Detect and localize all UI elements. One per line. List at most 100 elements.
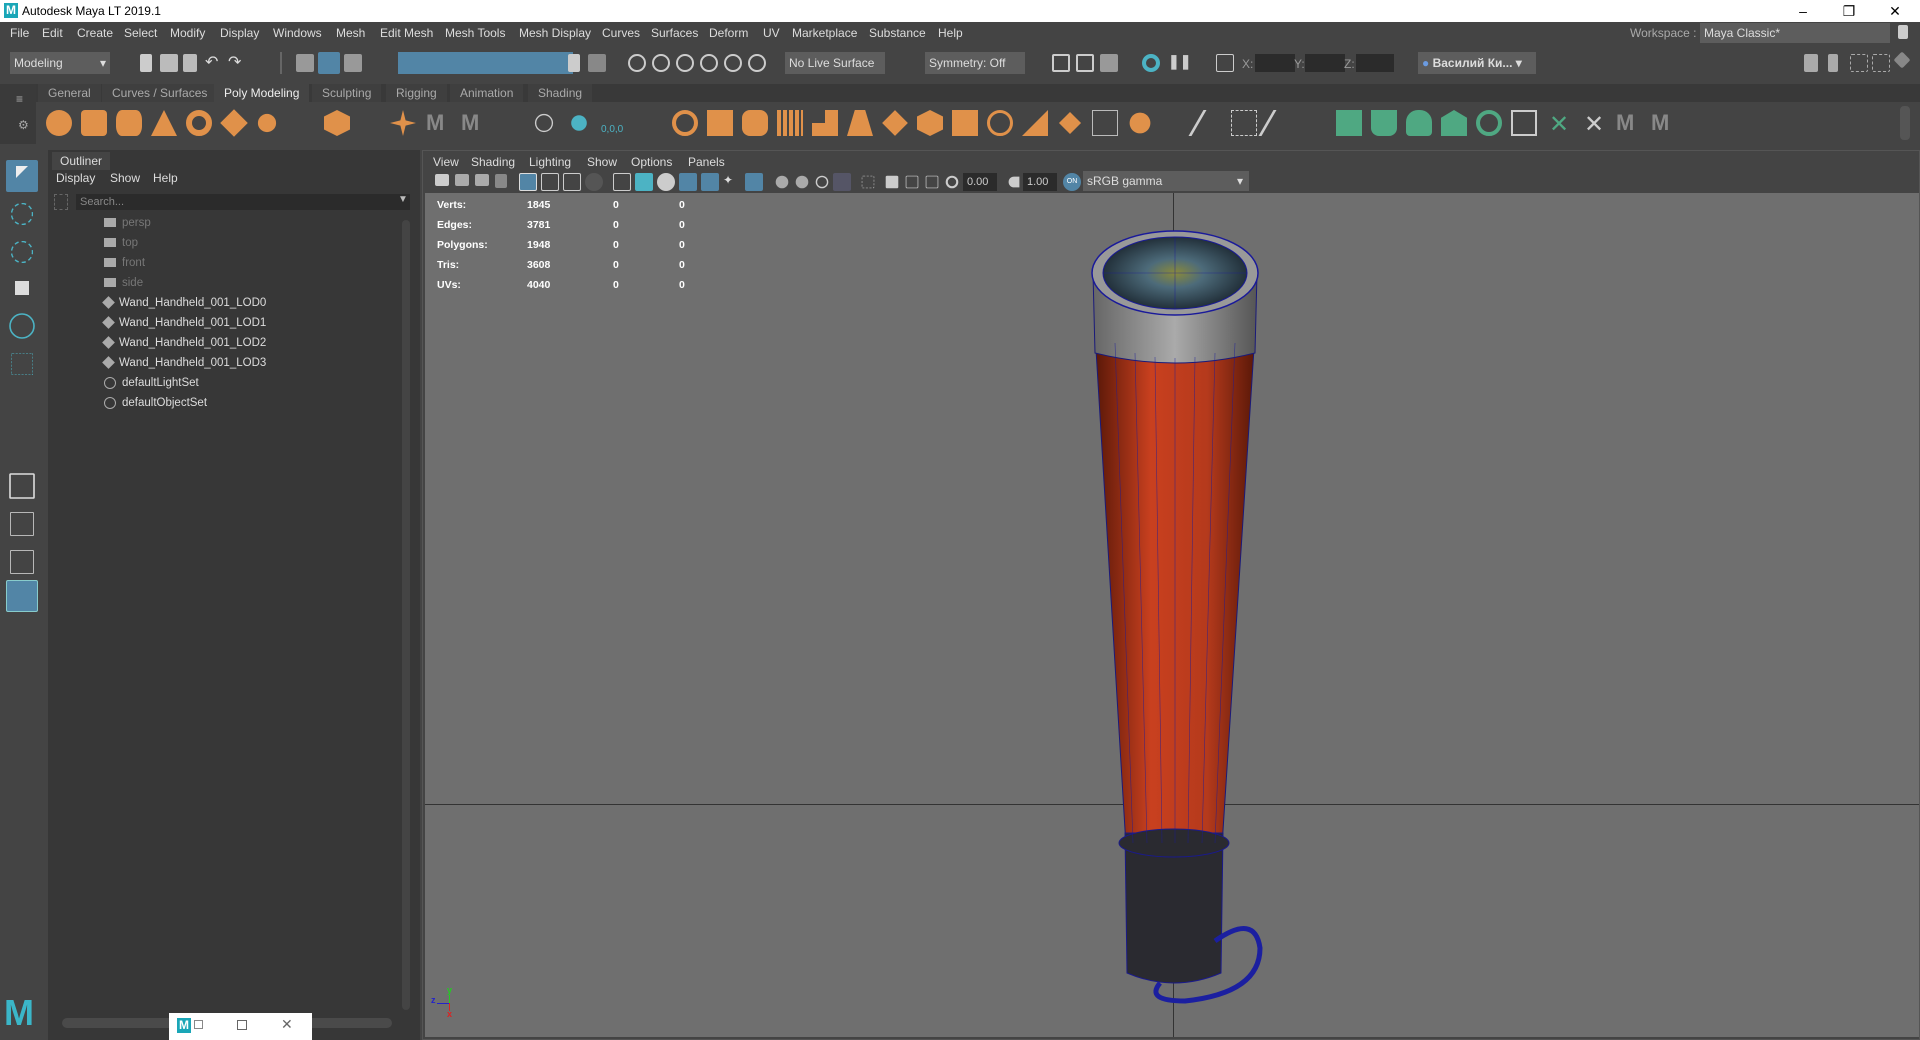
ambient-occlusion-icon[interactable] xyxy=(775,175,789,189)
outliner-menu-help[interactable]: Help xyxy=(153,171,178,185)
automatic-uv-icon[interactable] xyxy=(1441,110,1467,136)
smooth-icon[interactable] xyxy=(777,110,803,136)
cylindrical-uv-icon[interactable] xyxy=(1371,110,1397,136)
menu-mesh-display[interactable]: Mesh Display xyxy=(519,26,591,40)
poly-torus-icon[interactable] xyxy=(186,110,212,136)
live-surface-field[interactable]: No Live Surface xyxy=(785,52,885,74)
select-object-icon[interactable] xyxy=(318,52,340,74)
shelf-tab-general[interactable]: General xyxy=(38,84,101,102)
film-gate-icon[interactable] xyxy=(541,173,559,191)
menu-windows[interactable]: Windows xyxy=(273,26,322,40)
poke-icon[interactable] xyxy=(1022,110,1048,136)
perspective-viewport[interactable]: Verts: 1845 0 0 Edges: 3781 0 0 Polygons… xyxy=(425,193,1919,1037)
xray-components-icon[interactable] xyxy=(925,175,939,189)
poly-cylinder-icon[interactable] xyxy=(116,110,142,136)
poly-cube-icon[interactable] xyxy=(81,110,107,136)
camera-attributes-icon[interactable] xyxy=(475,174,489,186)
spherical-uv-icon[interactable] xyxy=(1406,110,1432,136)
shelf-scrollbar[interactable] xyxy=(1900,106,1910,140)
mash-icon-2[interactable]: M xyxy=(461,110,487,136)
viewport-menu-options[interactable]: Options xyxy=(631,155,672,169)
character-controls-icon[interactable] xyxy=(1828,54,1838,72)
outliner-item-default-object-set[interactable]: defaultObjectSet xyxy=(104,393,207,413)
save-scene-icon[interactable] xyxy=(183,54,197,72)
undo-icon[interactable]: ↶ xyxy=(205,52,218,72)
workspace-dropdown[interactable]: Maya Classic* xyxy=(1700,23,1890,43)
camera-select-icon[interactable] xyxy=(435,174,449,186)
mirror-icon[interactable] xyxy=(742,110,768,136)
xray-icon[interactable] xyxy=(885,175,899,189)
center-pivot-icon[interactable] xyxy=(534,113,554,133)
target-weld-icon[interactable] xyxy=(1092,110,1118,136)
lock-icon[interactable] xyxy=(1898,25,1908,39)
menu-deform[interactable]: Deform xyxy=(709,26,748,40)
outliner-item-lod1[interactable]: Wand_Handheld_001_LOD1 xyxy=(102,313,266,333)
multi-cut-icon[interactable] xyxy=(1188,110,1230,136)
default-material-icon[interactable] xyxy=(657,173,675,191)
outliner-item-default-light-set[interactable]: defaultLightSet xyxy=(104,373,199,393)
soft-select-icon[interactable] xyxy=(676,54,694,72)
shadows-icon[interactable] xyxy=(745,173,763,191)
shelf-tab-animation[interactable]: Animation xyxy=(450,84,524,102)
pause-icon[interactable]: ❚❚ xyxy=(1168,53,1191,70)
menu-marketplace[interactable]: Marketplace xyxy=(792,26,857,40)
highlight-selection-icon[interactable] xyxy=(588,54,606,72)
render-sequence-icon[interactable] xyxy=(1076,54,1094,72)
outliner-layout-icon[interactable] xyxy=(6,580,38,612)
poly-disc-icon[interactable] xyxy=(257,113,277,133)
menu-mesh-tools[interactable]: Mesh Tools xyxy=(445,26,505,40)
search-dropdown-icon[interactable]: ▼ xyxy=(398,194,408,205)
menu-mesh[interactable]: Mesh xyxy=(336,26,365,40)
menu-curves[interactable]: Curves xyxy=(602,26,640,40)
poly-cone-icon[interactable] xyxy=(151,110,177,136)
freeze-transform-icon[interactable]: 0,0,0 xyxy=(601,110,627,136)
outliner-vertical-scrollbar[interactable] xyxy=(402,220,410,1010)
append-polygon-icon[interactable] xyxy=(952,110,978,136)
shelf-menu-icon[interactable]: ≡ xyxy=(16,92,23,106)
exposure-field[interactable]: 0.00 xyxy=(963,173,997,191)
open-scene-icon[interactable] xyxy=(160,54,178,72)
menu-create[interactable]: Create xyxy=(77,26,113,40)
user-account-dropdown[interactable]: ● Василий Ки... ▾ xyxy=(1418,52,1536,74)
unfold-icon[interactable]: ✕ xyxy=(1546,110,1572,138)
poly-sphere-icon[interactable] xyxy=(46,110,72,136)
shelf-settings-icon[interactable]: ⚙ xyxy=(18,118,29,132)
wireframe-icon[interactable] xyxy=(613,173,631,191)
bridge-icon[interactable] xyxy=(882,110,908,136)
uv-editor-icon[interactable] xyxy=(1511,110,1537,136)
close-button[interactable]: ✕ xyxy=(1872,0,1918,22)
viewport-menu-show[interactable]: Show xyxy=(587,155,617,169)
cut-uv-icon[interactable]: ✕ xyxy=(1581,110,1607,138)
gamma-field[interactable]: 1.00 xyxy=(1023,173,1057,191)
mash-icon-4[interactable]: M xyxy=(1651,110,1677,136)
textured-icon[interactable] xyxy=(701,173,719,191)
boolean-icon[interactable] xyxy=(1129,112,1151,134)
smooth-shade-icon[interactable] xyxy=(635,173,653,191)
lock-selection-icon[interactable] xyxy=(568,54,580,72)
rotate-snap-icon[interactable] xyxy=(748,54,766,72)
z-field[interactable] xyxy=(1356,54,1394,72)
outliner-item-top[interactable]: top xyxy=(104,233,138,253)
minimized-floating-window[interactable]: M ✕ xyxy=(169,1013,312,1040)
mash-icon-3[interactable]: M xyxy=(1616,110,1642,136)
ipr-render-icon[interactable] xyxy=(1142,54,1160,72)
motion-blur-icon[interactable] xyxy=(795,175,809,189)
camera-lock-icon[interactable] xyxy=(455,174,469,186)
attribute-editor-icon[interactable] xyxy=(1850,54,1868,72)
separate-icon[interactable] xyxy=(707,110,733,136)
render-settings-icon[interactable] xyxy=(1100,54,1118,72)
menu-help[interactable]: Help xyxy=(938,26,963,40)
paint-select-tool-icon[interactable] xyxy=(10,240,34,264)
shelf-tab-shading[interactable]: Shading xyxy=(528,84,593,102)
depth-of-field-icon[interactable] xyxy=(833,173,851,191)
select-component-icon[interactable] xyxy=(344,54,362,72)
outliner-search-input[interactable]: Search... xyxy=(76,194,410,210)
rotate-tool-icon[interactable] xyxy=(9,313,35,339)
extrude-icon[interactable] xyxy=(847,110,873,136)
four-view-layout-icon[interactable] xyxy=(10,512,34,536)
bookmark-icon[interactable] xyxy=(495,174,507,188)
resolution-gate-icon[interactable] xyxy=(563,173,581,191)
outliner-item-front[interactable]: front xyxy=(104,253,145,273)
gate-mask-icon[interactable] xyxy=(585,173,603,191)
combine-icon[interactable] xyxy=(672,110,698,136)
